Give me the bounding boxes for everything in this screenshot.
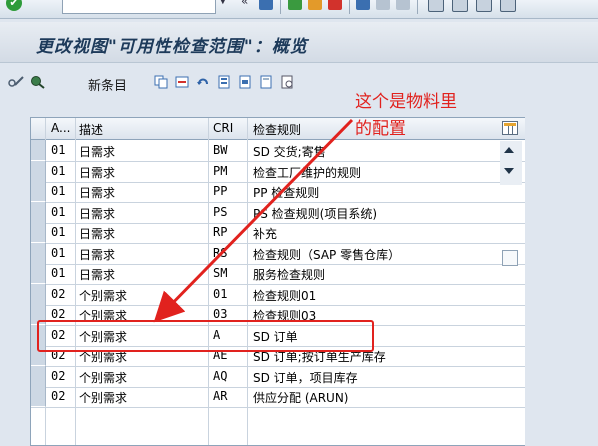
annotation-arrow: [153, 118, 354, 323]
